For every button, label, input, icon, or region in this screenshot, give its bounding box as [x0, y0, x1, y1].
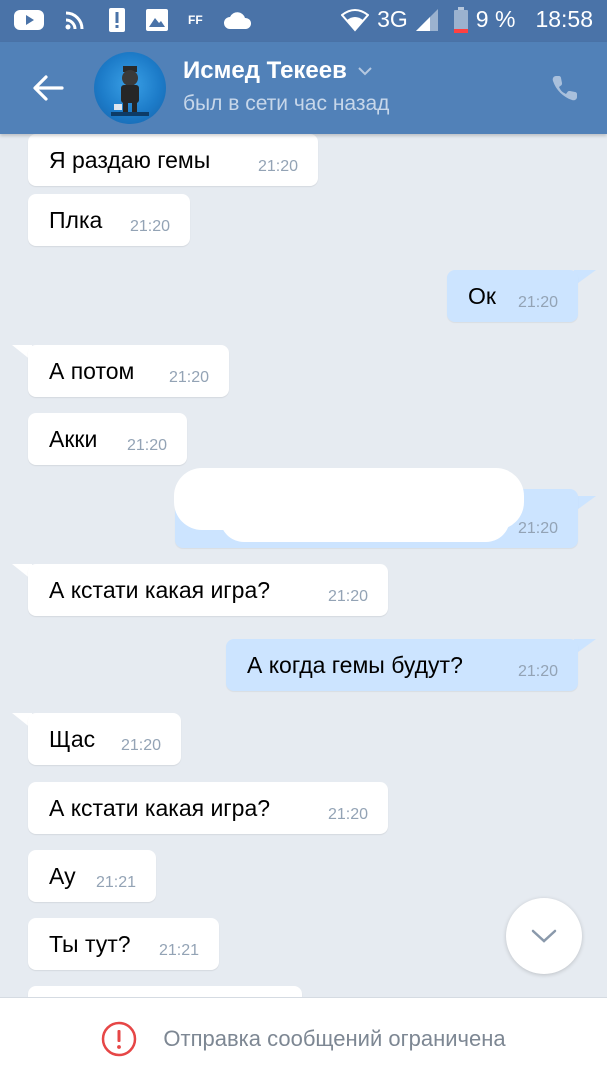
contact-name-label: Исмед Текеев — [183, 57, 347, 84]
avatar[interactable] — [94, 52, 166, 124]
cloud-icon — [223, 10, 253, 30]
ff-icon: FF — [188, 13, 203, 27]
message-bubble-incoming[interactable] — [28, 986, 302, 997]
warning-circle-icon — [102, 1021, 137, 1057]
redaction-mark — [220, 494, 510, 542]
cast-icon — [64, 9, 88, 31]
message-text: Плка — [49, 206, 103, 233]
message-text: А кстати какая игра? — [49, 794, 271, 821]
last-seen-status: был в сети час назад — [183, 92, 390, 115]
message-time: 21:20 — [517, 663, 558, 680]
chat-header: Исмед Текеев был в сети час назад — [0, 42, 607, 134]
message-time: 21:20 — [126, 437, 167, 454]
message-text: А потом — [49, 357, 135, 384]
message-list[interactable]: Я раздаю гемы 21:20 Плка 21:20 Ок 21:20 … — [0, 134, 607, 997]
message-bubble-incoming[interactable]: А кстати какая игра? 21:20 — [28, 782, 388, 834]
message-bubble-incoming[interactable]: Ау 21:21 — [28, 850, 156, 902]
message-bubble-incoming[interactable]: Плка 21:20 — [28, 194, 190, 246]
message-text: Ау — [49, 862, 76, 889]
message-time: 21:20 — [517, 520, 558, 537]
scroll-to-bottom-button[interactable] — [506, 898, 582, 974]
message-time: 21:21 — [158, 942, 199, 959]
message-time: 21:20 — [168, 369, 209, 386]
chevron-down-icon — [531, 929, 557, 943]
battery-icon — [453, 6, 468, 33]
messaging-restricted-bar: Отправка сообщений ограничена — [0, 997, 607, 1080]
message-bubble-outgoing[interactable]: А когда гемы будут? 21:20 — [226, 639, 578, 691]
wifi-icon — [341, 8, 370, 32]
message-bubble-incoming[interactable]: Я раздаю гемы 21:20 — [28, 134, 318, 186]
message-text: Ок — [468, 282, 496, 309]
contact-name[interactable]: Исмед Текеев — [183, 57, 373, 85]
signal-icon — [415, 8, 438, 31]
message-text: Ты тут? — [49, 930, 131, 957]
message-bubble-outgoing[interactable]: Ок 21:20 — [447, 270, 578, 322]
back-button[interactable] — [28, 68, 68, 108]
status-bar: FF 3G 9 % 18:58 — [0, 0, 607, 42]
call-button[interactable] — [545, 68, 585, 108]
message-bubble-incoming[interactable]: А кстати какая игра? 21:20 — [28, 564, 388, 616]
message-time: 21:20 — [327, 806, 368, 823]
message-bubble-incoming[interactable]: Акки 21:20 — [28, 413, 187, 465]
message-time: 21:20 — [517, 294, 558, 311]
message-time: 21:20 — [327, 588, 368, 605]
message-time: 21:20 — [129, 218, 170, 235]
youtube-icon — [14, 9, 44, 31]
network-type: 3G — [377, 6, 408, 32]
message-text: Щас — [49, 725, 96, 752]
clock: 18:58 — [535, 6, 593, 32]
message-bubble-incoming[interactable]: Ты тут? 21:21 — [28, 918, 219, 970]
message-text: Акки — [49, 425, 98, 452]
phone-icon — [552, 76, 577, 101]
message-time: 21:20 — [120, 737, 161, 754]
alert-icon — [108, 7, 126, 33]
message-text: Я раздаю гемы — [49, 146, 211, 173]
message-text: А кстати какая игра? — [49, 576, 271, 603]
message-time: 21:20 — [257, 158, 298, 175]
message-time: 21:21 — [95, 874, 136, 891]
message-bubble-incoming[interactable]: А потом 21:20 — [28, 345, 229, 397]
message-bubble-incoming[interactable]: Щас 21:20 — [28, 713, 181, 765]
battery-percent: 9 % — [475, 6, 516, 32]
chevron-down-icon — [358, 67, 372, 76]
arrow-left-icon — [33, 75, 64, 101]
message-text: А когда гемы будут? — [247, 651, 463, 678]
restricted-message: Отправка сообщений ограничена — [163, 1026, 506, 1051]
gallery-icon — [146, 9, 168, 31]
avatar-figure-icon — [111, 66, 149, 116]
